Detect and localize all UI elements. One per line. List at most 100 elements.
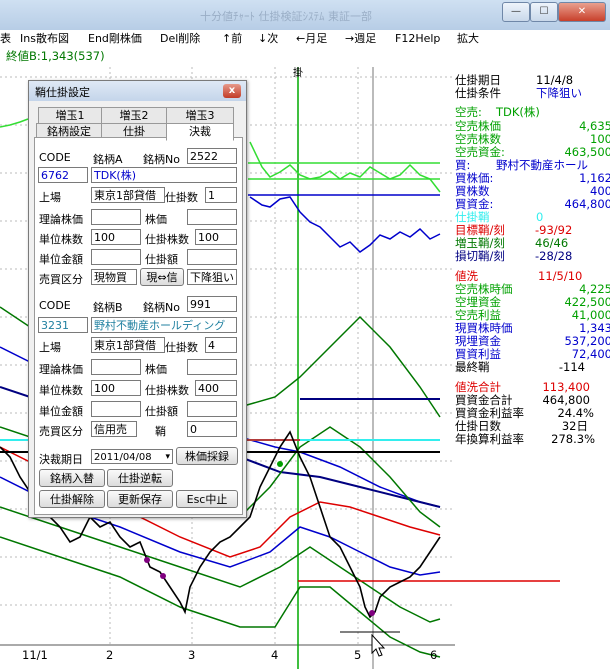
esc-cancel-button[interactable]: Esc中止 (176, 490, 238, 508)
entry-marker: 掛 (293, 68, 303, 79)
b-market-label: 上場 (39, 341, 61, 354)
menu-item-next[interactable]: ↓次 (258, 30, 278, 47)
a-sum-field[interactable] (187, 249, 237, 265)
b-code-label: CODE (39, 299, 71, 312)
a-theo-field[interactable] (91, 209, 141, 225)
b-side-field[interactable]: 信用売 (91, 421, 137, 437)
a-unit-field[interactable]: 100 (91, 229, 141, 245)
info-min-val: -114 (558, 360, 585, 374)
info-c2-v: -28/28 (535, 249, 573, 263)
b-side-label: 売買区分 (39, 425, 83, 438)
a-lot-field[interactable]: 100 (195, 229, 237, 245)
b-code-field[interactable]: 3231 (38, 317, 88, 333)
info-f3-v: 278.3% (551, 432, 595, 446)
menu-item-zoom[interactable]: 拡大 (457, 30, 479, 47)
info-f3-k: 年換算利益率 (455, 432, 524, 446)
info-buy-name: 野村不動産ホール (496, 158, 588, 172)
a-code-label: CODE (39, 151, 71, 164)
menu-bar: 表 Ins散布図 End剛株価 Del削除 ↑前 ↓次 ←月足 →週足 F12H… (0, 30, 610, 47)
b-no-field[interactable]: 991 (187, 296, 237, 312)
cancel-entry-button[interactable]: 仕掛解除 (39, 490, 105, 508)
b-no-label: 銘柄No (143, 301, 180, 314)
window-title: 十分値ﾁｬｰﾄ 仕掛検証ｼｽﾃﾑ 東証一部 (200, 10, 372, 23)
menu-item-weekly[interactable]: →週足 (345, 30, 376, 47)
reverse-entry-button[interactable]: 仕掛逆転 (107, 469, 173, 487)
dialog-close-button[interactable]: x (223, 84, 241, 98)
b-amt-label: 単位金額 (39, 405, 83, 418)
a-side-label: 売買区分 (39, 273, 83, 286)
close-button[interactable]: ✕ (558, 2, 606, 22)
a-code-field[interactable]: 6762 (38, 167, 88, 183)
a-unit-label: 単位株数 (39, 233, 83, 246)
b-sp-field[interactable]: 0 (187, 421, 237, 437)
b-price-label: 株価 (145, 363, 167, 376)
a-sum-label: 仕掛額 (145, 253, 178, 266)
dialog-title-bar[interactable]: 鞘仕掛設定 x (29, 81, 246, 101)
info-cond-label: 仕掛条件 (455, 86, 501, 100)
b-unit-label: 単位株数 (39, 384, 83, 397)
b-sp-label: 鞘 (155, 425, 166, 438)
info-short-name: TDK(株) (496, 105, 540, 119)
menu-item-scatter[interactable]: Ins散布図 (20, 30, 69, 47)
swap-names-button[interactable]: 銘柄入替 (39, 469, 105, 487)
minimize-button[interactable]: — (502, 2, 530, 22)
menu-item-monthly[interactable]: ←月足 (296, 30, 327, 47)
a-amt-label: 単位金額 (39, 253, 83, 266)
tab-settlement[interactable]: 決裁 (166, 123, 234, 141)
settle-date-select[interactable]: 2011/04/08 (91, 449, 173, 465)
b-sum-label: 仕掛額 (145, 405, 178, 418)
a-market-field[interactable]: 東京1部貸借 (91, 187, 165, 203)
x-tick: 4 (271, 648, 279, 662)
b-name-field[interactable]: 野村不動産ホールディング (91, 317, 237, 333)
a-name-label: 銘柄A (93, 153, 123, 166)
menu-item-delete[interactable]: Del削除 (160, 30, 200, 47)
x-tick: 2 (106, 648, 114, 662)
a-market-label: 上場 (39, 191, 61, 204)
x-tick: 6 (430, 648, 438, 662)
info-b2-v: 464,800 (564, 197, 610, 211)
a-lot-label: 仕掛株数 (145, 233, 189, 246)
b-amt-field[interactable] (91, 401, 141, 417)
b-lot-label: 仕掛株数 (145, 384, 189, 397)
save-update-button[interactable]: 更新保存 (107, 490, 173, 508)
a-no-label: 銘柄No (143, 153, 180, 166)
info-close-date: 11/5/10 (538, 269, 583, 283)
menu-item-price[interactable]: End剛株価 (88, 30, 142, 47)
b-theo-label: 理論株価 (39, 363, 83, 376)
info-c2-k: 損切鞘/刻 (455, 249, 505, 263)
b-name-label: 銘柄B (93, 301, 123, 314)
a-swap-button[interactable]: 現⇔信 (140, 268, 184, 286)
a-qty-label: 仕掛数 (165, 191, 198, 204)
a-price-field[interactable] (187, 209, 237, 225)
b-qty-label: 仕掛数 (165, 341, 198, 354)
a-name-field[interactable]: TDK(株) (91, 167, 237, 183)
dialog-title: 鞘仕掛設定 (35, 86, 90, 99)
settle-date-label: 決裁期日 (39, 453, 83, 466)
x-tick: 3 (188, 648, 196, 662)
b-market-field[interactable]: 東京1部貸借 (91, 337, 165, 353)
b-unit-field[interactable]: 100 (91, 380, 141, 396)
b-qty-field[interactable]: 4 (205, 337, 237, 353)
menu-item-table[interactable]: 表 (0, 30, 11, 47)
window-title-bar: 十分値ﾁｬｰﾄ 仕掛検証ｼｽﾃﾑ 東証一部 — ☐ ✕ (0, 0, 610, 30)
maximize-button[interactable]: ☐ (530, 2, 558, 22)
b-theo-field[interactable] (91, 359, 141, 375)
a-amt-field[interactable] (91, 249, 141, 265)
b-price-field[interactable] (187, 359, 237, 375)
info-cond: 下降狙い (536, 86, 582, 100)
b-lot-field[interactable]: 400 (195, 380, 237, 396)
x-tick: 5 (354, 648, 362, 662)
a-theo-label: 理論株価 (39, 213, 83, 226)
price-pick-button[interactable]: 株価採録 (176, 447, 238, 465)
menu-item-prev[interactable]: ↑前 (222, 30, 242, 47)
menu-item-help[interactable]: F12Help (395, 30, 440, 47)
close-price-readout: 終値B:1,343(537) (6, 49, 105, 63)
a-no-field[interactable]: 2522 (187, 148, 237, 164)
spread-setting-dialog: 鞘仕掛設定 x 増玉1 増玉2 増玉3 銘柄設定 仕掛 決裁 CODE 銘柄A … (28, 80, 247, 518)
a-mode-field[interactable]: 下降狙い (187, 269, 237, 285)
a-qty-field[interactable]: 1 (205, 187, 237, 203)
a-price-label: 株価 (145, 213, 167, 226)
a-side-field[interactable]: 現物買 (91, 269, 137, 285)
info-min-label: 最終鞘 (455, 360, 490, 374)
b-sum-field[interactable] (187, 401, 237, 417)
